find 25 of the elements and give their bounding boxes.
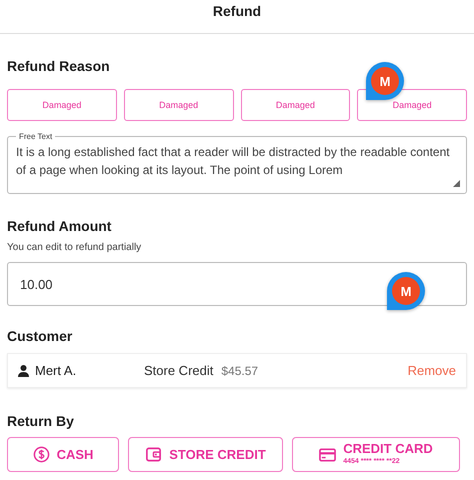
reason-button[interactable]: Damaged — [357, 89, 467, 121]
credit-amount: $45.57 — [221, 364, 258, 378]
helper-text: You can edit to refund partially — [7, 242, 142, 253]
field-label: Free Text — [18, 132, 54, 141]
section-heading: Customer — [7, 328, 74, 344]
free-text-field[interactable]: Free Text It is a long established fact that a reader will be distracted by the readable content of a page when looking at its layout. The point of using Lorem — [7, 132, 467, 194]
resize-handle-icon[interactable] — [453, 180, 460, 187]
payment-button[interactable]: CASH — [7, 437, 119, 472]
page-title: Refund — [212, 2, 262, 18]
credit-card-icon — [319, 448, 336, 462]
reason-button[interactable]: Damaged — [240, 89, 350, 121]
section-heading: Refund Amount — [7, 218, 112, 234]
button-label: CREDIT CARD — [343, 442, 433, 454]
remove-link[interactable]: Remove — [408, 363, 456, 378]
section-heading: Refund Reason — [7, 58, 111, 74]
credit-label: Store Credit — [144, 363, 214, 378]
reason-button[interactable]: Damaged — [124, 89, 234, 121]
field-value: It is a long established fact that a reader will be distracted by the readable content of a page when looking at its layout. The point of using Lorem — [16, 144, 451, 179]
wallet-icon — [145, 446, 162, 463]
reason-button[interactable]: Damaged — [7, 89, 117, 121]
section-heading: Return By — [7, 413, 75, 429]
customer-name: Mert A. — [35, 363, 76, 378]
dollar-icon — [32, 446, 50, 463]
person-icon — [18, 364, 29, 376]
payment-button[interactable]: STORE CREDIT — [128, 437, 283, 472]
